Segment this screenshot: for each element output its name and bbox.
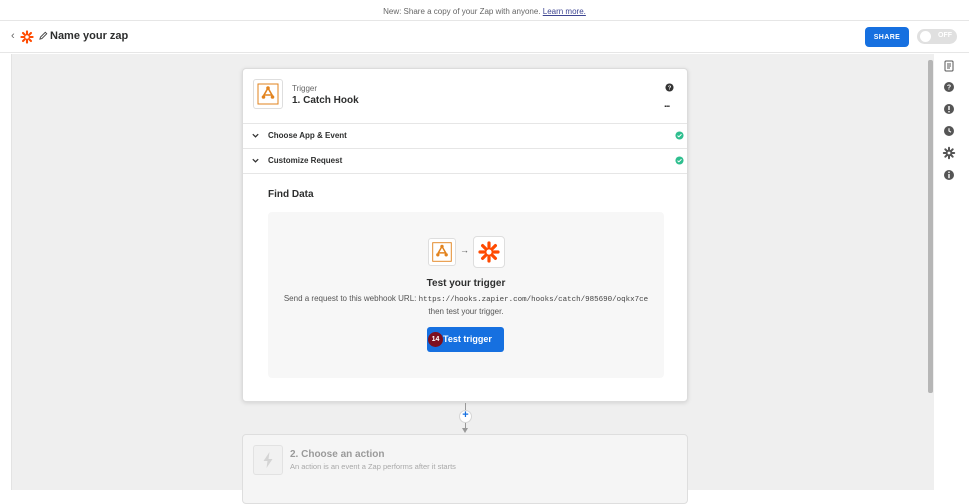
check-circle-icon [675, 156, 684, 165]
zapier-logo-icon [478, 241, 500, 263]
lightning-bolt-icon [263, 452, 273, 468]
zapier-app-icon [473, 236, 505, 268]
toggle-knob [920, 31, 931, 42]
history-icon[interactable] [942, 124, 956, 138]
trigger-step-card: Trigger 1. Catch Hook ? ... Choose App &… [242, 68, 688, 402]
step-title[interactable]: 1. Catch Hook [292, 95, 359, 106]
desc-prefix: Send a request to this webhook URL: [283, 294, 417, 303]
action-app-icon [253, 445, 283, 475]
test-trigger-panel: → Test your trigger Send a request to th… [268, 212, 664, 378]
section-title: Customize Request [268, 156, 343, 165]
connector-arrow [462, 428, 468, 433]
settings-icon[interactable] [942, 146, 956, 160]
chevron-down-icon [252, 158, 259, 163]
svg-text:?: ? [668, 86, 672, 92]
share-button[interactable]: SHARE [865, 27, 909, 47]
zapier-logo-icon [20, 30, 34, 44]
zap-on-off-toggle[interactable]: OFF [917, 29, 957, 44]
step-help-icon[interactable]: ? [665, 83, 674, 92]
arrow-right-icon: → [460, 245, 469, 255]
action-subtitle: An action is an event a Zap performs aft… [290, 462, 456, 471]
back-chevron-icon[interactable]: ‹ [11, 31, 15, 42]
action-step-card[interactable]: 2. Choose an action An action is an even… [242, 434, 688, 504]
webhooks-app-icon [253, 79, 283, 109]
right-sidebar: ? [935, 54, 969, 490]
section-title: Choose App & Event [268, 131, 347, 140]
scrollbar-thumb[interactable] [928, 60, 933, 393]
webhook-icon [432, 242, 452, 262]
test-trigger-description: Send a request to this webhook URL: http… [268, 293, 664, 318]
alert-icon[interactable] [942, 102, 956, 116]
test-trigger-label: Test trigger [443, 334, 492, 344]
pencil-icon[interactable] [39, 31, 48, 40]
section-choose-app-event[interactable]: Choose App & Event [243, 123, 687, 148]
help-icon[interactable]: ? [942, 80, 956, 94]
zap-name-field[interactable]: Name your zap [50, 30, 128, 42]
webhook-url[interactable]: https://hooks.zapier.com/hooks/catch/985… [419, 296, 649, 304]
find-data-title: Find Data [268, 189, 314, 200]
section-divider [243, 173, 687, 174]
webhook-icon [257, 83, 279, 105]
check-circle-icon [675, 131, 684, 140]
trigger-label: Trigger [292, 84, 318, 93]
test-trigger-button[interactable]: 14 Test trigger [427, 327, 504, 352]
webhooks-app-icon [428, 238, 456, 266]
plus-icon: + [462, 409, 469, 421]
editor-header: ‹ Name your zap SHARE OFF [0, 21, 969, 53]
step-badge: 14 [428, 332, 443, 347]
section-customize-request[interactable]: Customize Request [243, 148, 687, 173]
toggle-label: OFF [938, 32, 952, 39]
announcement-banner: New: Share a copy of your Zap with anyon… [0, 0, 969, 20]
banner-text: New: Share a copy of your Zap with anyon… [383, 7, 541, 16]
desc-suffix: then test your trigger. [428, 307, 504, 316]
action-title: 2. Choose an action [290, 449, 385, 460]
test-trigger-heading: Test your trigger [426, 278, 506, 289]
info-icon[interactable] [942, 168, 956, 182]
add-step-button[interactable]: + [459, 409, 472, 423]
chevron-down-icon [252, 133, 259, 138]
banner-learn-more-link[interactable]: Learn more. [543, 7, 586, 16]
notes-icon[interactable] [942, 59, 956, 73]
more-options-icon[interactable]: ... [664, 100, 670, 110]
svg-text:?: ? [947, 85, 951, 92]
